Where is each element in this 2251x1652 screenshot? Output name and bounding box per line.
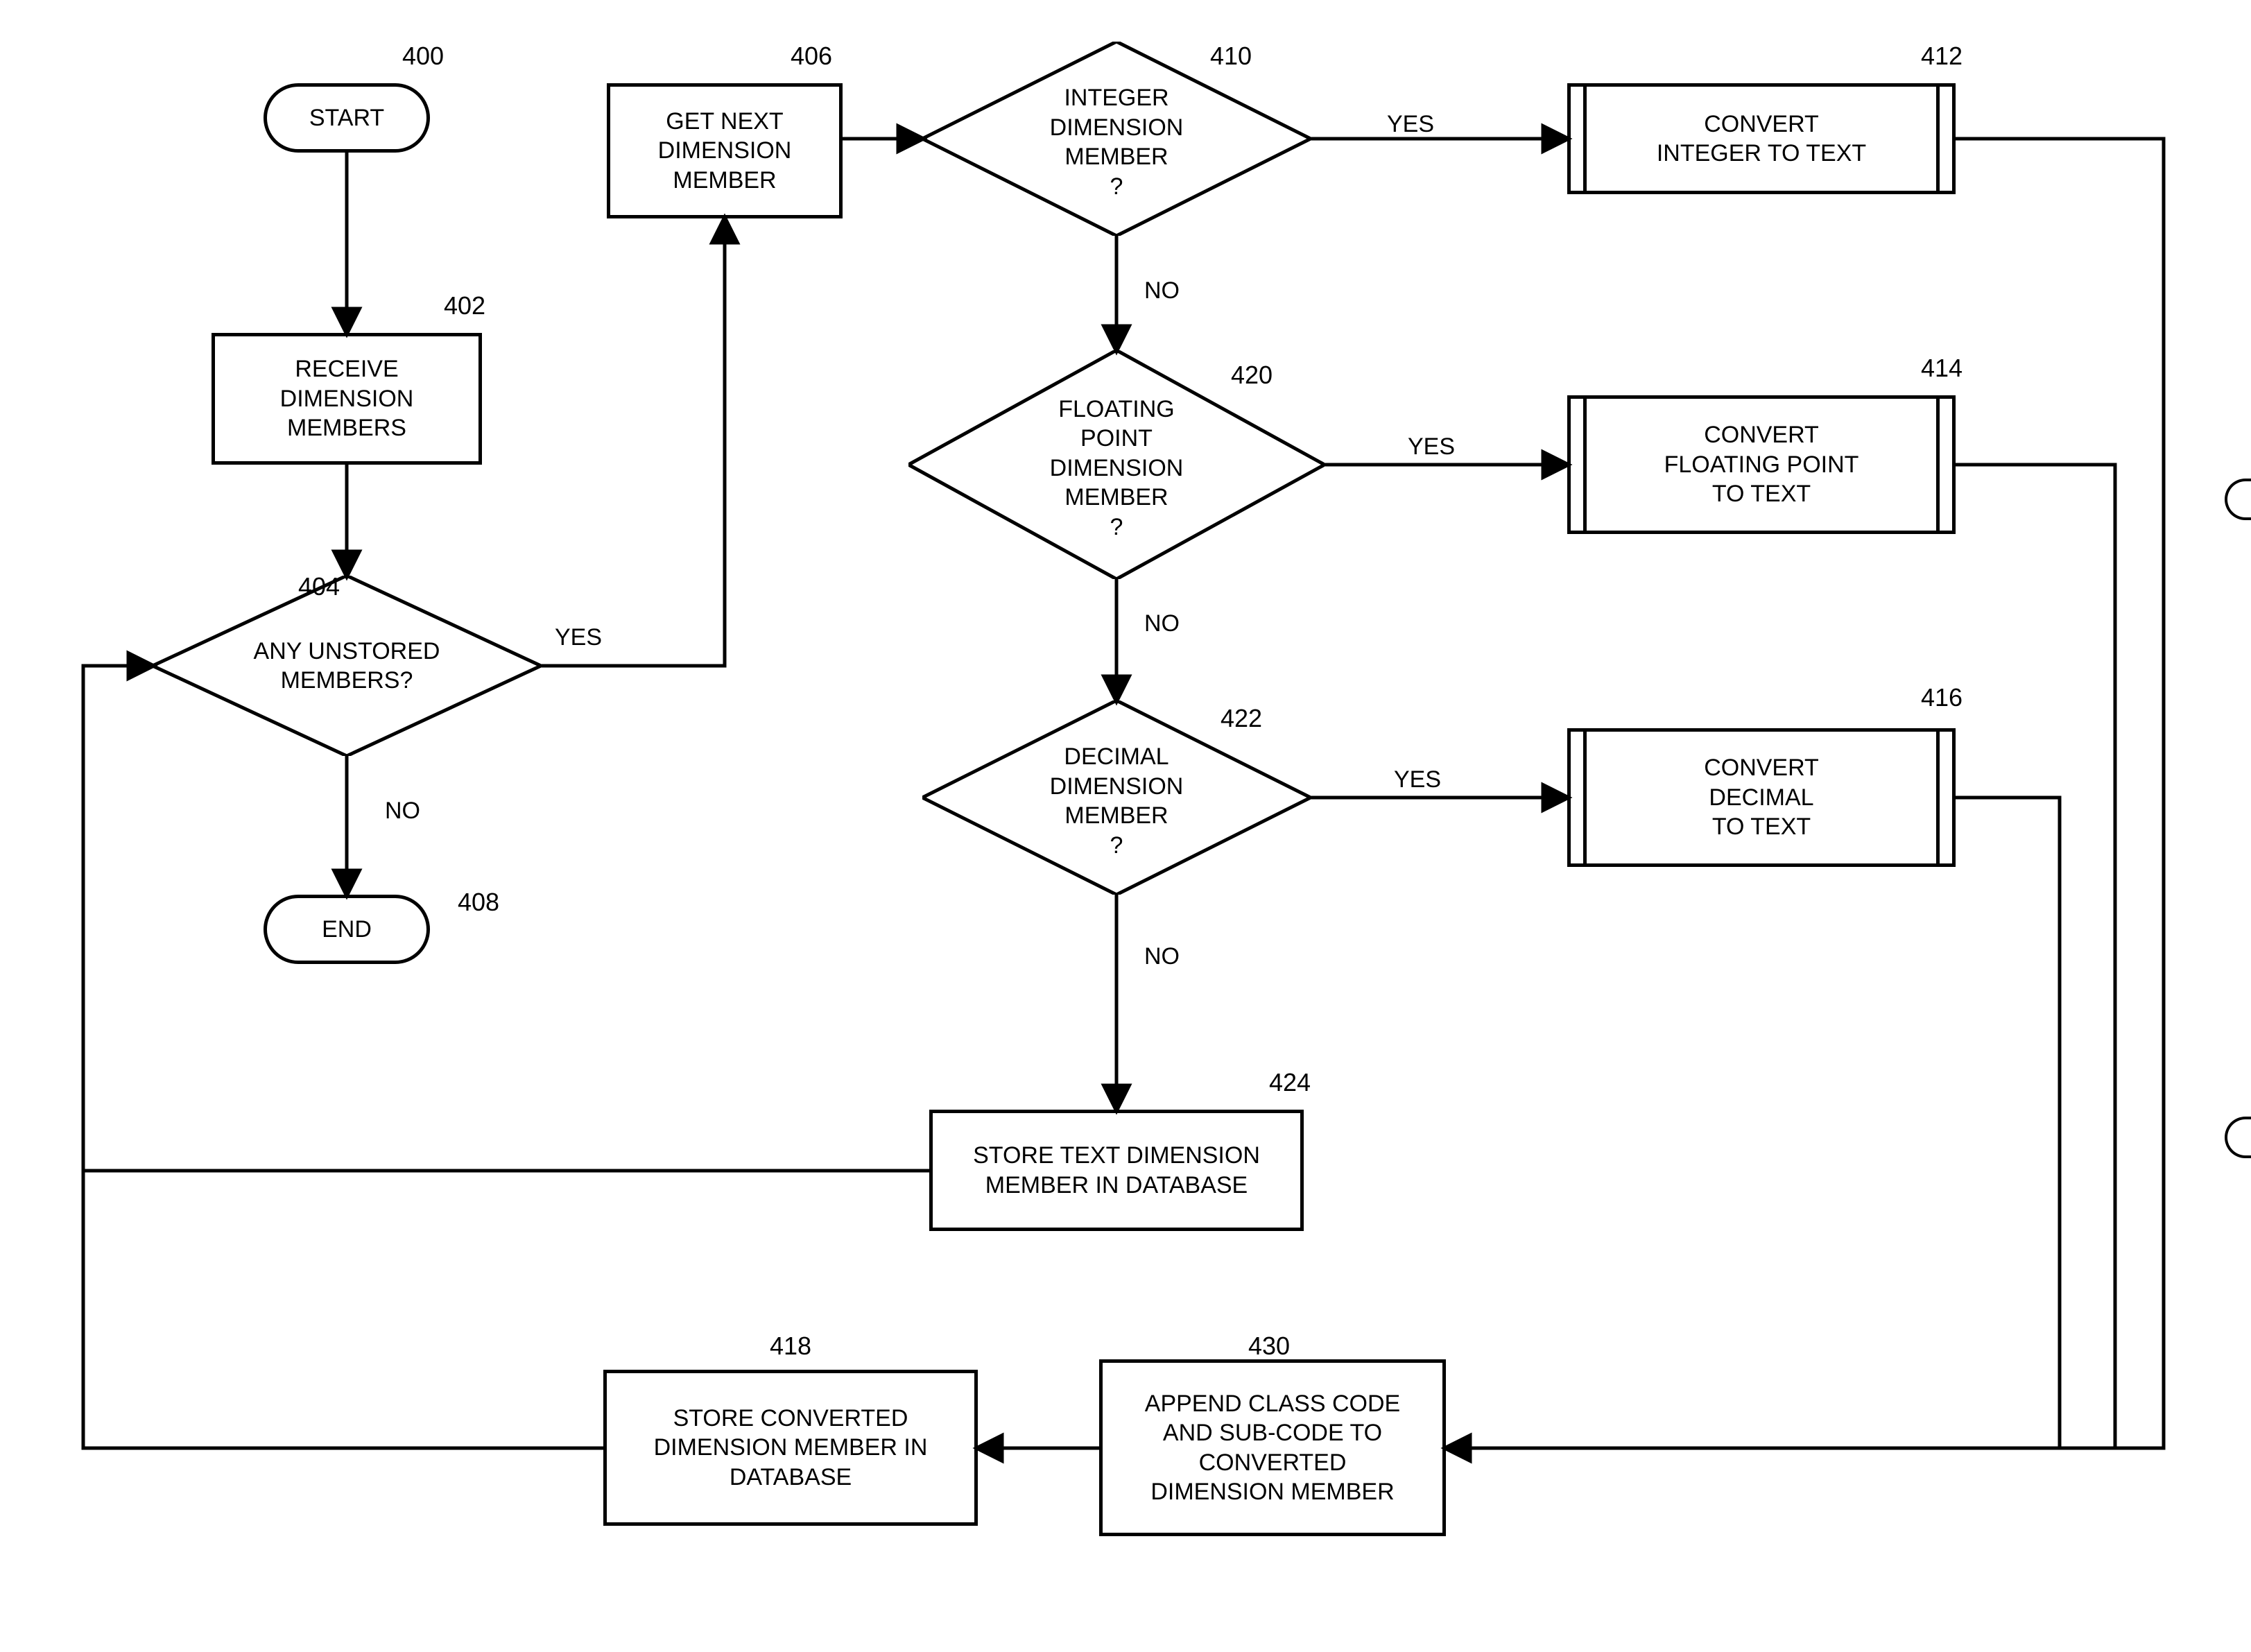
ref-408: 408 [458, 888, 499, 917]
convert-dec-process: CONVERT DECIMAL TO TEXT [1567, 728, 1956, 867]
ref-412: 412 [1921, 42, 1963, 71]
get-next-label: GET NEXT DIMENSION MEMBER [658, 107, 792, 196]
dec-decision-label: DECIMAL DIMENSION MEMBER ? [1050, 742, 1184, 860]
convert-int-process: CONVERT INTEGER TO TEXT [1567, 83, 1956, 194]
ref-414: 414 [1921, 354, 1963, 383]
ref-424: 424 [1269, 1068, 1311, 1097]
any-unstored-label: ANY UNSTORED MEMBERS? [254, 637, 440, 696]
no-404: NO [385, 798, 420, 825]
ref-422: 422 [1221, 704, 1262, 733]
end-label: END [322, 915, 372, 945]
store-converted-label: STORE CONVERTED DIMENSION MEMBER IN DATA… [654, 1404, 928, 1492]
ref-402: 402 [444, 291, 485, 320]
yes-420: YES [1408, 433, 1455, 461]
store-text-process: STORE TEXT DIMENSION MEMBER IN DATABASE [929, 1110, 1304, 1231]
store-text-label: STORE TEXT DIMENSION MEMBER IN DATABASE [973, 1141, 1260, 1200]
ref-404: 404 [298, 572, 340, 601]
page-marker-top [2225, 479, 2251, 520]
append-codes-process: APPEND CLASS CODE AND SUB-CODE TO CONVER… [1099, 1359, 1446, 1536]
ref-406: 406 [791, 42, 832, 71]
convert-dec-label: CONVERT DECIMAL TO TEXT [1704, 753, 1819, 842]
integer-decision-label: INTEGER DIMENSION MEMBER ? [1050, 83, 1184, 201]
end-terminator: END [264, 895, 430, 964]
yes-422: YES [1394, 766, 1441, 793]
store-converted-process: STORE CONVERTED DIMENSION MEMBER IN DATA… [603, 1370, 978, 1526]
convert-fp-label: CONVERT FLOATING POINT TO TEXT [1664, 420, 1859, 509]
page-marker-bottom [2225, 1117, 2251, 1158]
start-terminator: START [264, 83, 430, 153]
yes-404: YES [555, 624, 602, 651]
ref-416: 416 [1921, 683, 1963, 712]
yes-410: YES [1387, 111, 1434, 138]
get-next-process: GET NEXT DIMENSION MEMBER [607, 83, 843, 218]
append-codes-label: APPEND CLASS CODE AND SUB-CODE TO CONVER… [1145, 1389, 1400, 1507]
ref-430: 430 [1248, 1332, 1290, 1361]
ref-420: 420 [1231, 361, 1273, 390]
ref-418: 418 [770, 1332, 811, 1361]
no-422: NO [1144, 943, 1180, 970]
no-420: NO [1144, 610, 1180, 637]
ref-400: 400 [402, 42, 444, 71]
convert-fp-process: CONVERT FLOATING POINT TO TEXT [1567, 395, 1956, 534]
convert-int-label: CONVERT INTEGER TO TEXT [1657, 110, 1866, 169]
receive-members-label: RECEIVE DIMENSION MEMBERS [280, 354, 414, 443]
ref-410: 410 [1210, 42, 1252, 71]
no-410: NO [1144, 277, 1180, 304]
fp-decision-label: FLOATING POINT DIMENSION MEMBER ? [1050, 395, 1184, 542]
start-label: START [309, 103, 384, 133]
receive-members-process: RECEIVE DIMENSION MEMBERS [212, 333, 482, 465]
